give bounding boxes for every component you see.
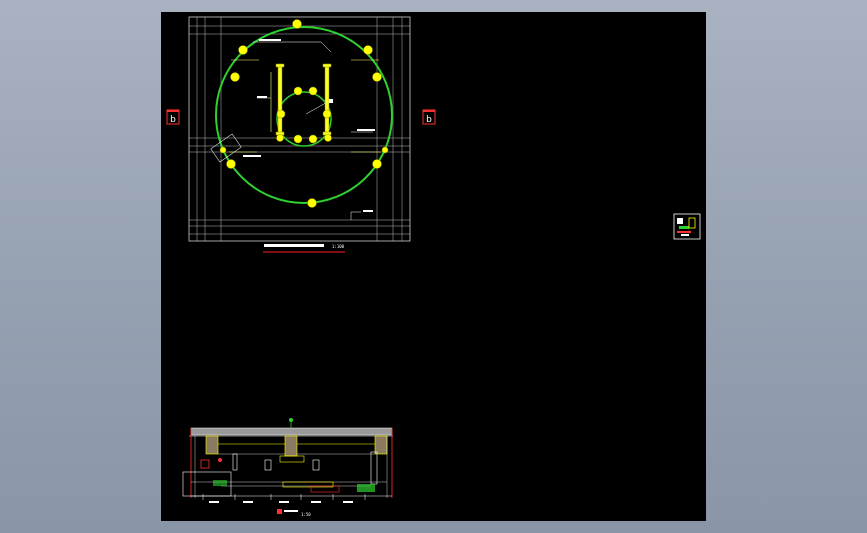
node [322, 109, 332, 119]
node [219, 146, 227, 154]
node [308, 134, 318, 144]
plan-title-marks [264, 244, 324, 247]
cad-drawing: 1:100 b b 1:50 [166, 16, 701, 517]
section-marker-left-label: b [170, 115, 176, 125]
node [276, 109, 286, 119]
section-marker-right: b [422, 109, 436, 125]
node [226, 159, 236, 169]
slab [190, 427, 393, 436]
plan-scale: 1:100 [332, 244, 345, 249]
node [293, 134, 303, 144]
drawing-sheet: 1:100 b b 1:50 [161, 12, 706, 521]
beam-right [374, 435, 388, 455]
section-view: 1:50 [182, 418, 393, 517]
node [238, 45, 248, 55]
node [381, 146, 389, 154]
annotations [210, 41, 373, 220]
node [292, 19, 302, 29]
node [324, 134, 332, 142]
dimension-text-marks [209, 501, 353, 503]
plan-view: 1:100 [188, 16, 411, 253]
dimension-ticks [202, 494, 366, 500]
node [363, 45, 373, 55]
node [372, 159, 382, 169]
node [276, 134, 284, 142]
node [308, 86, 318, 96]
section-title-marks [284, 510, 298, 512]
section-title-marker [277, 509, 282, 514]
node [230, 72, 240, 82]
section-scale: 1:50 [301, 512, 311, 517]
beam-left [205, 435, 219, 455]
section-marker-right-label: b [426, 115, 432, 125]
section-marker-left: b [166, 109, 180, 125]
node [372, 72, 382, 82]
detail-thumbnail [673, 213, 701, 240]
node [293, 86, 303, 96]
plan-grid [189, 17, 410, 241]
node [307, 198, 317, 208]
beam-mid [284, 435, 298, 457]
